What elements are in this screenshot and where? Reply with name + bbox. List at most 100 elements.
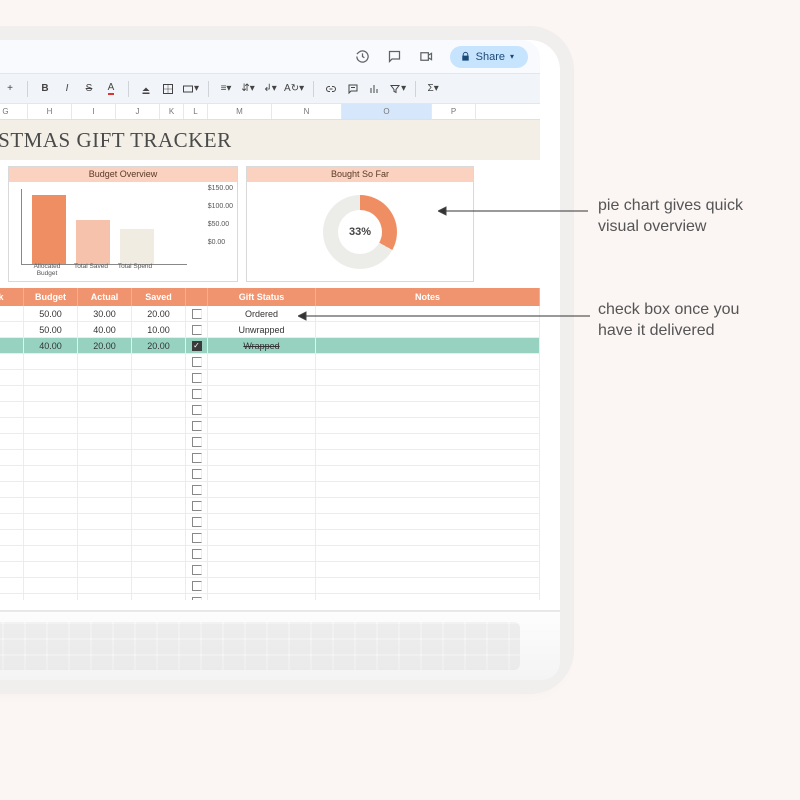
wrap-button[interactable]: ↲▾ <box>262 80 278 98</box>
checkbox[interactable] <box>192 549 202 559</box>
laptop-frame: Share ▾ − 10 + B I S A ▾ ≡▾ ⇵▾ ↲▾ A↻▾ <box>0 40 560 680</box>
table-row <box>0 594 540 600</box>
link-button[interactable] <box>323 80 339 98</box>
checkbox[interactable] <box>192 485 202 495</box>
column-headers: FGHIJKLMNOP <box>0 104 540 120</box>
checkbox[interactable] <box>192 373 202 383</box>
share-label: Share <box>476 51 505 63</box>
cell-notes[interactable] <box>316 322 540 337</box>
checkbox[interactable] <box>192 581 202 591</box>
checkbox[interactable] <box>192 565 202 575</box>
cell-budget[interactable]: 50.00 <box>24 306 78 321</box>
table-row <box>0 482 540 498</box>
functions-button[interactable]: Σ▾ <box>425 80 441 98</box>
bar-2 <box>120 229 154 264</box>
comment-button[interactable] <box>345 80 361 98</box>
annotation-arrow-2 <box>298 310 598 322</box>
budget-overview-title: Budget Overview <box>9 167 237 182</box>
bar-chart <box>21 189 187 265</box>
toolbar: − 10 + B I S A ▾ ≡▾ ⇵▾ ↲▾ A↻▾ ▾ Σ▾ <box>0 74 540 104</box>
cell-actual[interactable]: 20.00 <box>78 338 132 353</box>
checkbox[interactable] <box>192 357 202 367</box>
header-budget: Budget <box>24 288 78 306</box>
cell-budget[interactable]: 40.00 <box>24 338 78 353</box>
table-row <box>0 466 540 482</box>
cell-store[interactable]: Sephora <box>0 322 24 337</box>
plus-button[interactable]: + <box>2 80 18 98</box>
table-row <box>0 530 540 546</box>
cell-saved[interactable]: 10.00 <box>132 322 186 337</box>
strike-button[interactable]: S <box>81 80 97 98</box>
bold-button[interactable]: B <box>37 80 53 98</box>
comment-icon[interactable] <box>386 48 404 66</box>
merge-button[interactable]: ▾ <box>182 80 199 98</box>
annotation-checkbox: check box once you have it delivered <box>598 300 778 342</box>
table-row <box>0 498 540 514</box>
chart-button[interactable] <box>367 80 383 98</box>
column-header-K[interactable]: K <box>160 104 184 119</box>
column-header-J[interactable]: J <box>116 104 160 119</box>
column-header-I[interactable]: I <box>72 104 116 119</box>
cell-status[interactable]: Unwrapped <box>208 322 316 337</box>
checkbox[interactable] <box>192 469 202 479</box>
table-row <box>0 418 540 434</box>
table-row <box>0 402 540 418</box>
cell-notes[interactable] <box>316 338 540 353</box>
donut-chart: 33% <box>247 182 473 281</box>
column-header-P[interactable]: P <box>432 104 476 119</box>
borders-button[interactable] <box>160 80 176 98</box>
cell-status[interactable]: Wrapped <box>208 338 316 353</box>
column-header-G[interactable]: G <box>0 104 28 119</box>
table-row <box>0 514 540 530</box>
checkbox[interactable] <box>192 597 202 601</box>
checkbox[interactable] <box>192 421 202 431</box>
checkbox[interactable] <box>192 501 202 511</box>
align-h-button[interactable]: ≡▾ <box>218 80 234 98</box>
column-header-M[interactable]: M <box>208 104 272 119</box>
align-v-button[interactable]: ⇵▾ <box>240 80 256 98</box>
meet-icon[interactable] <box>418 48 436 66</box>
column-header-N[interactable]: N <box>272 104 342 119</box>
header-checkbox <box>186 288 208 306</box>
checkbox[interactable] <box>192 405 202 415</box>
annotation-arrow-1 <box>438 205 598 217</box>
cell-store[interactable]: Kmart <box>0 306 24 321</box>
checkbox[interactable]: ✓ <box>192 341 202 351</box>
page-title: CHRISTMAS GIFT TRACKER <box>0 128 232 153</box>
table-row <box>0 578 540 594</box>
checkbox[interactable] <box>192 453 202 463</box>
checkbox[interactable] <box>192 309 202 319</box>
cell-store[interactable]: Amazon <box>0 338 24 353</box>
column-header-L[interactable]: L <box>184 104 208 119</box>
italic-button[interactable]: I <box>59 80 75 98</box>
bought-so-far-title: Bought So Far <box>247 167 473 182</box>
header-actual: Actual <box>78 288 132 306</box>
table-row <box>0 370 540 386</box>
checkbox[interactable] <box>192 437 202 447</box>
lock-icon <box>460 51 471 62</box>
history-icon[interactable] <box>354 48 372 66</box>
cell-budget[interactable]: 50.00 <box>24 322 78 337</box>
fill-color-button[interactable] <box>138 80 154 98</box>
checkbox[interactable] <box>192 325 202 335</box>
checkbox[interactable] <box>192 517 202 527</box>
cell-saved[interactable]: 20.00 <box>132 338 186 353</box>
donut-percent-label: 33% <box>349 226 371 238</box>
bar-1 <box>76 220 110 264</box>
filter-button[interactable]: ▾ <box>389 80 406 98</box>
table-row <box>0 354 540 370</box>
column-header-H[interactable]: H <box>28 104 72 119</box>
cell-actual[interactable]: 40.00 <box>78 322 132 337</box>
chevron-down-icon: ▾ <box>510 52 514 61</box>
bar-chart-x-ticks: Allocated BudgetTotal SavedTotal Spend <box>27 263 187 277</box>
cell-saved[interactable]: 20.00 <box>132 306 186 321</box>
column-header-O[interactable]: O <box>342 104 432 119</box>
cell-checkbox: ✓ <box>186 338 208 353</box>
checkbox[interactable] <box>192 389 202 399</box>
share-button[interactable]: Share ▾ <box>450 46 528 68</box>
checkbox[interactable] <box>192 533 202 543</box>
cell-actual[interactable]: 30.00 <box>78 306 132 321</box>
text-color-button[interactable]: A <box>103 80 119 98</box>
table-row: Amazon40.0020.0020.00✓Wrapped <box>0 338 540 354</box>
rotate-button[interactable]: A↻▾ <box>284 80 304 98</box>
